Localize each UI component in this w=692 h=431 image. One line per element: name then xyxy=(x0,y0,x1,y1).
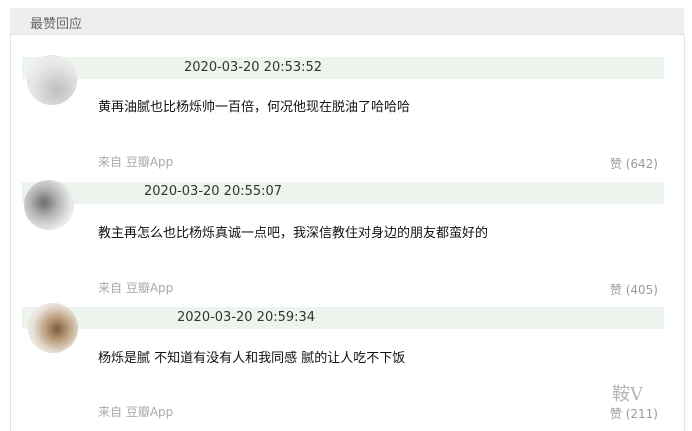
like-button[interactable]: 赞 (405) xyxy=(610,281,658,298)
comment-item: 2020-03-20 20:59:34 杨烁是腻 不知道有没有人和我同感 腻的让… xyxy=(0,0,692,421)
comment-source: 来自 豆瓣App xyxy=(98,405,174,419)
comments-panel: 最赞回应 2020-03-20 20:53:52 黄再油腻也比杨烁帅一百倍，何况… xyxy=(0,0,692,431)
comment-source: 来自 豆瓣App xyxy=(98,155,174,169)
watermark-logo: 鞍V xyxy=(612,384,643,405)
like-button[interactable]: 赞 (642) xyxy=(610,155,658,172)
user-avatar[interactable] xyxy=(24,180,74,230)
comment-timestamp: 2020-03-20 20:59:34 xyxy=(177,310,316,325)
like-button[interactable]: 赞 (211) xyxy=(610,405,658,422)
comment-timestamp: 2020-03-20 20:55:07 xyxy=(144,184,283,199)
comment-text: 教主再怎么也比杨烁真诚一点吧，我深信教住对身边的朋友都蛮好的 xyxy=(98,226,489,241)
comment-text: 杨烁是腻 不知道有没有人和我同感 腻的让人吃不下饭 xyxy=(98,351,406,366)
user-avatar[interactable] xyxy=(28,303,78,353)
comment-meta-bar xyxy=(22,307,664,329)
comment-meta-bar xyxy=(22,182,664,204)
comment-source: 来自 豆瓣App xyxy=(98,281,174,295)
